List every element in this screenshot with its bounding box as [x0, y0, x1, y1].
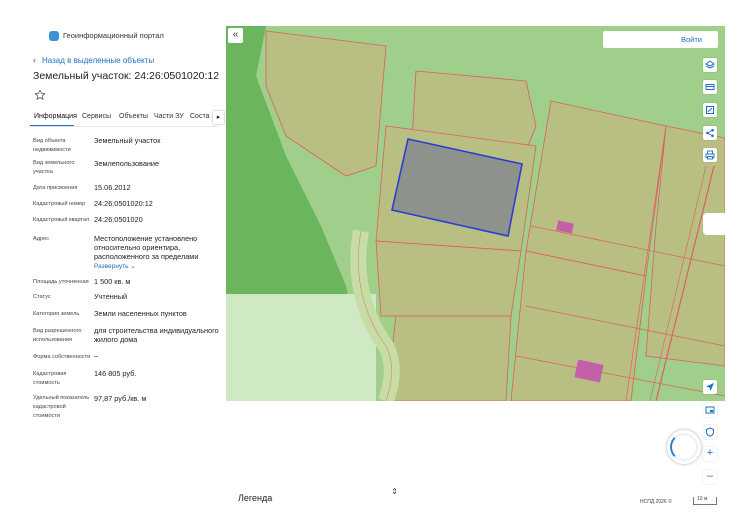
tab-services[interactable]: Сервисы [82, 113, 111, 120]
prop-value-cadastral-quarter: 24:26:0501020 [94, 215, 143, 224]
prop-value-land-category: Земли населенных пунктов [94, 309, 187, 318]
side-panel-tab[interactable] [703, 213, 725, 235]
prop-value-object-type: Земельный участок [94, 136, 161, 145]
print-icon [705, 150, 715, 160]
prop-value-area: 1 500 кв. м [94, 277, 131, 286]
tab-composition[interactable]: Соста [190, 113, 209, 120]
shield-icon [706, 427, 714, 437]
tab-parcel-parts[interactable]: Части ЗУ [154, 113, 184, 120]
expand-label: Развернуть [94, 263, 129, 270]
shield-button[interactable] [703, 425, 717, 439]
prop-value-cadastral-number: 24:26:0501020:12 [94, 199, 153, 208]
layers-icon [705, 60, 715, 69]
prop-label-status: Статус [33, 294, 51, 300]
prop-value-ownership-form: – [94, 351, 99, 360]
copyright-text: НСПД 2026 © [640, 499, 672, 505]
zoom-in-button[interactable]: + [703, 447, 717, 461]
minimap-button[interactable] [703, 403, 717, 417]
login-button[interactable]: Войти [603, 31, 718, 48]
prop-value-assignment-date: 15.06.2012 [94, 183, 131, 192]
portal-logo-icon [49, 31, 59, 41]
collapse-panel-button[interactable]: « [228, 28, 243, 43]
layers-button[interactable] [703, 58, 717, 72]
page-title: Земельный участок: 24:26:0501020:12 [33, 70, 220, 82]
prop-label-ownership-form: Форма собственности [33, 354, 91, 360]
portal-name: Геоинформационный портал [63, 31, 164, 40]
share-icon [706, 128, 714, 138]
tabs-scroll-right-button[interactable]: ▸ [213, 111, 224, 124]
prop-value-status: Учтенный [94, 292, 128, 301]
prop-label-cadastral-value: Кадастровая стоимость [33, 371, 67, 386]
legend-label: Легенда [238, 493, 273, 503]
sort-arrows-icon: ⇕ [391, 487, 398, 496]
tab-information[interactable]: Информация [34, 113, 77, 120]
share-button[interactable] [703, 126, 717, 140]
prop-label-cadastral-quarter: Кадастровый квартал [33, 217, 90, 223]
prop-label-parcel-type: Вид земельного участка [33, 160, 75, 175]
prop-value-parcel-type: Землепользование [94, 159, 160, 168]
cadastral-map[interactable] [226, 26, 725, 401]
card-icon [705, 84, 715, 90]
login-label: Войти [681, 35, 702, 44]
prop-label-cadastral-number: Кадастровый номер [33, 201, 86, 207]
minimap-icon [705, 406, 715, 414]
expand-address-link[interactable]: Развернуть ⌄ [94, 262, 136, 270]
chevron-down-icon: ⌄ [130, 263, 136, 270]
prop-label-specific-value: Удельный показатель кадастровой стоимост… [33, 395, 90, 419]
prop-value-cadastral-value: 146 805 руб. [94, 369, 137, 378]
loading-spinner [667, 430, 701, 464]
card-button[interactable] [703, 80, 717, 94]
parcel-center-lower [375, 240, 522, 317]
locate-button[interactable] [703, 380, 717, 394]
spinner-ring-icon [670, 433, 698, 461]
prop-label-assignment-date: Дата присвоения [33, 185, 78, 191]
field-area [226, 294, 376, 401]
map-canvas [226, 26, 725, 401]
prop-value-permitted-use: для строительства индивидуального жилого… [94, 326, 219, 344]
scale-label: 10 м [697, 496, 708, 502]
scale-bar: 10 м [693, 496, 717, 505]
info-tabs: Информация Сервисы Объекты Части ЗУ Сост… [28, 110, 224, 127]
prop-value-specific-value: 97,87 руб./кв. м [94, 394, 147, 403]
measure-icon [706, 106, 714, 114]
legend-select[interactable]: Легенда ⇕ [238, 487, 398, 503]
print-button[interactable] [703, 148, 717, 162]
parcel-bottom-center [385, 315, 512, 401]
locate-icon [706, 383, 714, 391]
tabs-divider [28, 126, 218, 127]
zoom-out-button[interactable]: – [703, 470, 717, 484]
back-label: Назад в выделенные объекты [42, 56, 155, 65]
prop-label-permitted-use: Вид разрешенного использования [33, 328, 82, 343]
back-to-selected-link[interactable]: ‹ Назад в выделенные объекты [33, 55, 154, 65]
measure-button[interactable] [703, 103, 717, 117]
chevron-left-icon: ‹ [33, 55, 36, 65]
prop-label-area: Площадь уточненная [33, 279, 89, 285]
star-icon[interactable] [34, 89, 46, 101]
prop-label-land-category: Категория земель [33, 311, 80, 317]
prop-label-object-type: Вид объекта недвижимости [33, 138, 71, 153]
tab-objects[interactable]: Объекты [119, 113, 148, 120]
prop-value-address: Местоположение установлено относительно … [94, 234, 199, 261]
prop-label-address: Адрес [33, 236, 50, 242]
